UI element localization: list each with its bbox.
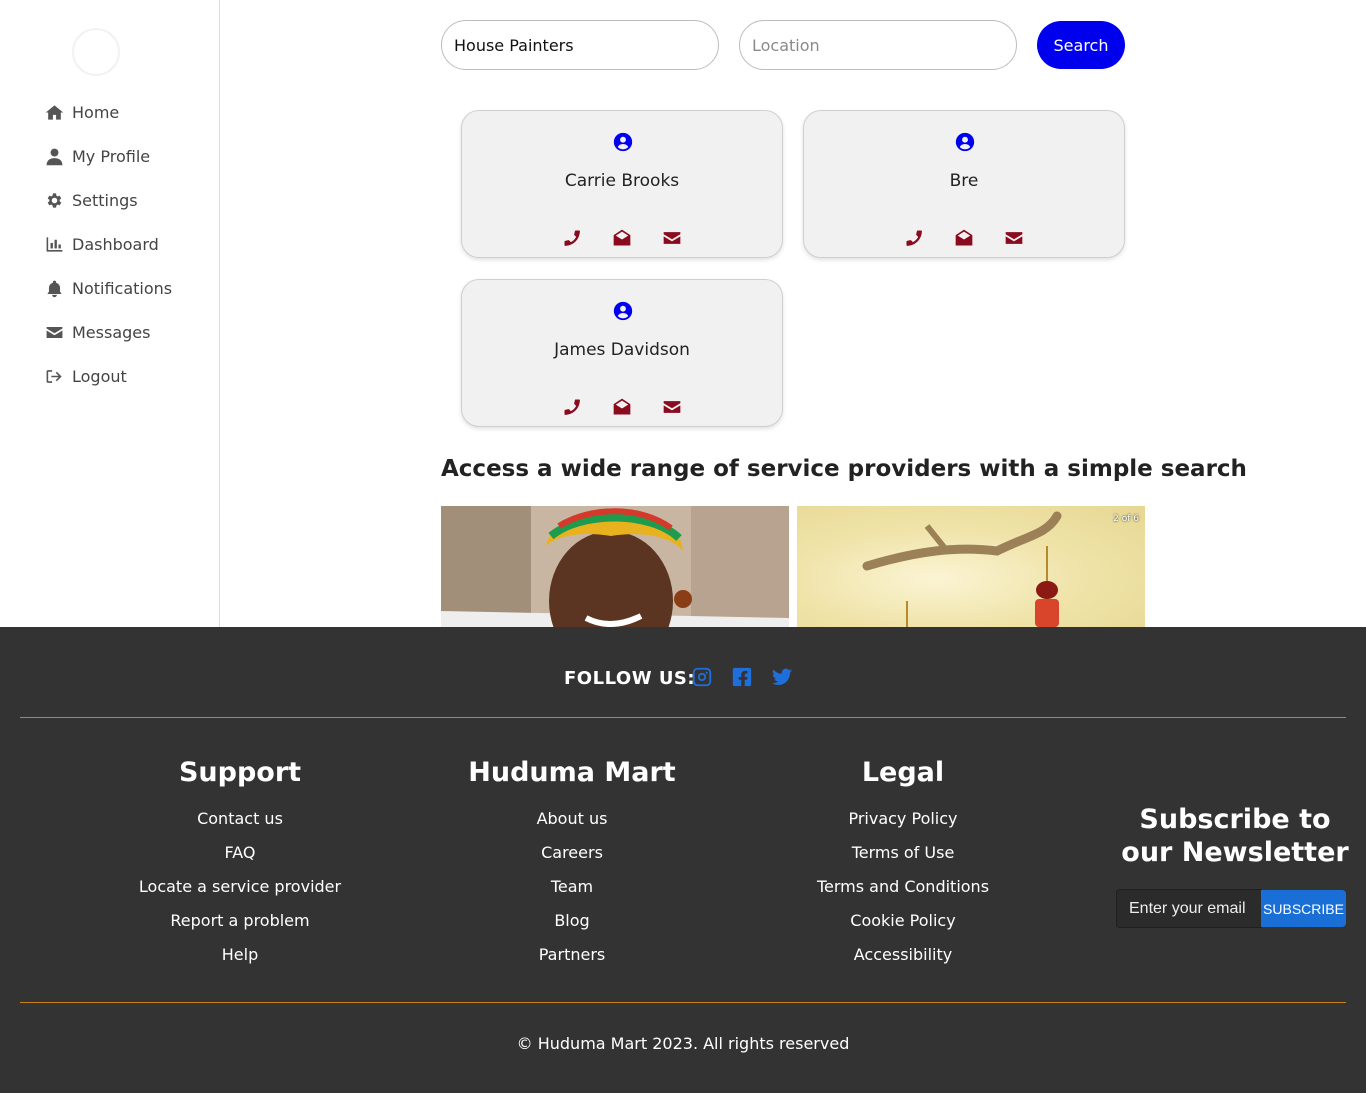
sidebar-item-logout[interactable]: Logout [44,364,127,388]
footer-column-title: Huduma Mart [468,757,676,788]
sidebar-item-dashboard[interactable]: Dashboard [44,232,159,256]
user-icon [44,146,64,166]
sidebar-item-notifications[interactable]: Notifications [44,276,172,300]
footer-link[interactable]: Report a problem [90,904,390,938]
footer-column-title: Support [178,757,302,788]
copyright: © Huduma Mart 2023. All rights reserved [516,1034,850,1053]
sidebar-item-label: My Profile [72,146,151,166]
instagram-icon[interactable] [691,666,713,688]
provider-name: Carrie Brooks [564,171,680,191]
provider-name: James Davidson [554,340,690,360]
phone-icon[interactable] [562,228,582,248]
follow-us-label: FOLLOW US: [564,668,696,689]
user-circle-icon [612,131,634,153]
envelope-icon[interactable] [1004,228,1024,248]
footer-link[interactable]: Privacy Policy [753,802,1053,836]
footer-column-title: Legal [861,757,945,788]
footer: FOLLOW US: Support Contact us FAQ Locate… [0,627,1366,1093]
gear-icon [44,190,64,210]
sidebar-item-messages[interactable]: Messages [44,320,150,344]
footer-link[interactable]: Partners [422,938,722,972]
footer-column-support: Support Contact us FAQ Locate a service … [90,757,390,972]
sidebar-item-label: Home [72,102,120,122]
provider-card[interactable]: Carrie Brooks [461,110,783,258]
sidebar-item-settings[interactable]: Settings [44,188,138,212]
sign-out-icon [44,366,64,386]
carousel-slide-image [441,506,789,627]
envelope-open-icon[interactable] [612,228,632,248]
footer-column-huduma-mart: Huduma Mart About us Careers Team Blog P… [422,757,722,972]
search-button[interactable]: Search [1037,21,1125,69]
service-search-input[interactable] [441,20,719,70]
phone-icon[interactable] [904,228,924,248]
divider [20,1002,1346,1003]
envelope-open-icon[interactable] [954,228,974,248]
phone-icon[interactable] [562,397,582,417]
logo[interactable] [72,28,120,76]
provider-card[interactable]: Bre [803,110,1125,258]
footer-link[interactable]: Help [90,938,390,972]
sidebar-item-my-profile[interactable]: My Profile [44,144,150,168]
footer-link[interactable]: Careers [422,836,722,870]
footer-link[interactable]: Blog [422,904,722,938]
home-icon [44,102,64,122]
envelope-icon[interactable] [662,397,682,417]
footer-column-legal: Legal Privacy Policy Terms of Use Terms … [753,757,1053,972]
carousel-counter: 2 of 6 [1113,514,1139,524]
footer-link[interactable]: About us [422,802,722,836]
subscribe-button[interactable]: SUBSCRIBE [1261,890,1346,927]
provider-name: Bre [949,171,979,191]
bell-icon [44,278,64,298]
envelope-open-icon[interactable] [612,397,632,417]
sidebar-item-label: Settings [72,190,138,210]
footer-link[interactable]: Cookie Policy [753,904,1053,938]
user-circle-icon [954,131,976,153]
sidebar-item-label: Logout [72,366,127,386]
footer-link[interactable]: Locate a service provider [90,870,390,904]
envelope-icon [44,322,64,342]
footer-link[interactable]: Accessibility [753,938,1053,972]
user-circle-icon [612,300,634,322]
sidebar-item-label: Notifications [72,278,173,298]
newsletter-title: Subscribe to our Newsletter [1121,804,1349,868]
sidebar: Home My Profile Settings Dashboard Notif… [0,0,220,627]
location-input[interactable] [739,20,1017,70]
footer-link[interactable]: Team [422,870,722,904]
footer-link[interactable]: Contact us [90,802,390,836]
facebook-icon[interactable] [731,666,753,688]
sidebar-item-label: Dashboard [72,234,159,254]
chart-bar-icon [44,234,64,254]
sidebar-item-label: Messages [72,322,151,342]
promo-headline: Access a wide range of service providers… [441,456,1247,482]
envelope-icon[interactable] [662,228,682,248]
carousel-slide-image: 2 of 6 [797,506,1145,627]
footer-link[interactable]: Terms of Use [753,836,1053,870]
newsletter-email-input[interactable] [1116,889,1262,928]
footer-link[interactable]: Terms and Conditions [753,870,1053,904]
provider-card[interactable]: James Davidson [461,279,783,427]
footer-link[interactable]: FAQ [90,836,390,870]
sidebar-item-home[interactable]: Home [44,100,119,124]
twitter-icon[interactable] [771,666,793,688]
divider [20,717,1346,718]
